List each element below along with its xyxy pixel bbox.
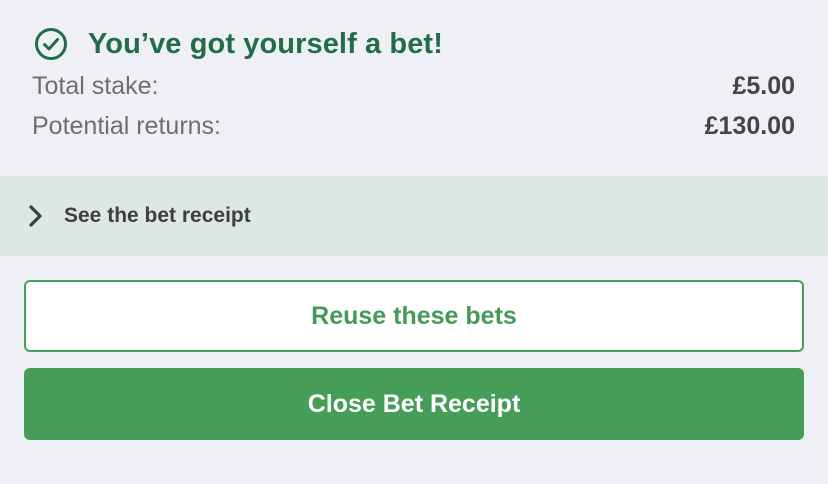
- potential-returns-row: Potential returns: £130.00: [32, 109, 795, 143]
- see-bet-receipt-toggle[interactable]: See the bet receipt: [0, 176, 828, 256]
- check-circle-icon: [34, 27, 68, 61]
- receipt-header: You’ve got yourself a bet!: [34, 24, 443, 64]
- reuse-bets-button[interactable]: Reuse these bets: [24, 280, 804, 352]
- total-stake-label: Total stake:: [32, 71, 159, 100]
- total-stake-value: £5.00: [732, 71, 795, 100]
- total-stake-row: Total stake: £5.00: [32, 69, 795, 103]
- potential-returns-value: £130.00: [704, 111, 795, 140]
- see-bet-receipt-label: See the bet receipt: [64, 204, 251, 227]
- page-title: You’ve got yourself a bet!: [88, 27, 443, 60]
- close-bet-receipt-button[interactable]: Close Bet Receipt: [24, 368, 804, 440]
- potential-returns-label: Potential returns:: [32, 111, 221, 140]
- bet-receipt-panel: You’ve got yourself a bet! Total stake: …: [0, 0, 828, 484]
- chevron-right-icon: [26, 203, 46, 229]
